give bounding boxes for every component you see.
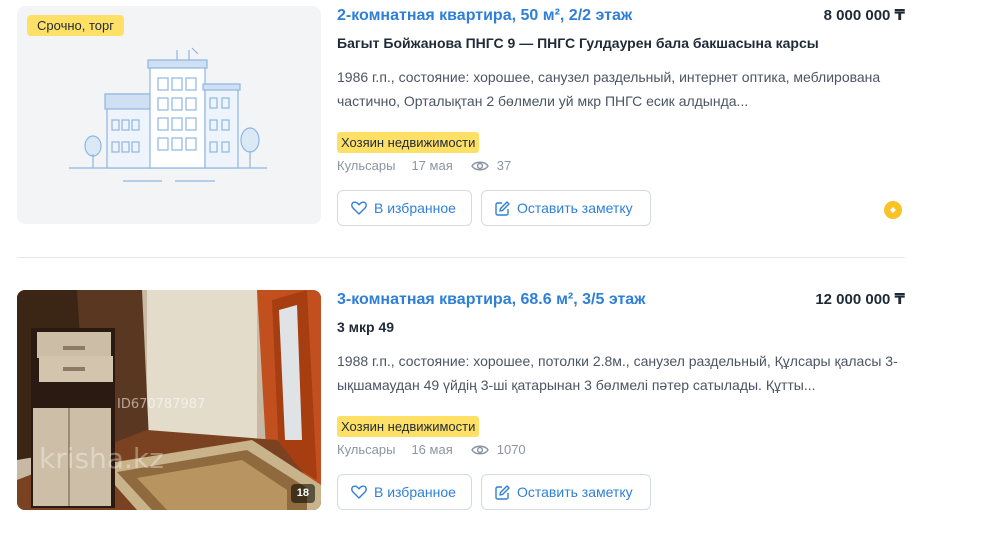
add-to-favorites-button[interactable]: В избранное bbox=[337, 474, 472, 510]
listing-card: ID670787987 krisha.kz 18 3-комнатная ква… bbox=[17, 290, 905, 510]
apartment-photo: ID670787987 krisha.kz bbox=[17, 290, 321, 510]
promo-tag-icon[interactable] bbox=[884, 201, 902, 219]
listing-price: 8 000 000 ₸ bbox=[823, 7, 905, 24]
listing-address: Багыт Бойжанова ПНГС 9 — ПНГС Гулдаурен … bbox=[337, 35, 819, 51]
owner-badge: Хозяин недвижимости bbox=[337, 416, 480, 437]
building-placeholder-icon bbox=[69, 47, 267, 182]
listing-photo[interactable]: Срочно, торг bbox=[17, 6, 321, 224]
listing-description: 1986 г.п., состояние: хорошее, санузел р… bbox=[337, 69, 881, 109]
eye-icon bbox=[470, 160, 489, 172]
urgent-badge: Срочно, торг bbox=[27, 15, 124, 36]
listing-actions: В избранное Оставить заметку bbox=[337, 474, 651, 510]
leave-note-label: Оставить заметку bbox=[517, 200, 633, 216]
listing-city: Кульсары bbox=[337, 158, 396, 173]
watermark-brand: krisha.kz bbox=[39, 442, 164, 475]
add-to-favorites-button[interactable]: В избранное bbox=[337, 190, 472, 226]
listing-date: 17 мая bbox=[411, 158, 453, 173]
listing-photo[interactable]: ID670787987 krisha.kz 18 bbox=[17, 290, 321, 510]
leave-note-button[interactable]: Оставить заметку bbox=[481, 190, 651, 226]
listing-description: 1988 г.п., состояние: хорошее, потолки 2… bbox=[337, 353, 898, 393]
leave-note-button[interactable]: Оставить заметку bbox=[481, 474, 651, 510]
add-to-favorites-label: В избранное bbox=[374, 484, 456, 500]
edit-note-icon bbox=[495, 200, 510, 216]
listing-actions: В избранное Оставить заметку bbox=[337, 190, 651, 226]
add-to-favorites-label: В избранное bbox=[374, 200, 456, 216]
listing-meta: Кульсары 16 мая 1070 bbox=[337, 442, 526, 458]
listing-city: Кульсары bbox=[337, 442, 396, 457]
edit-note-icon bbox=[495, 484, 510, 500]
photo-count-badge: 18 bbox=[290, 484, 315, 503]
listing-title-link[interactable]: 3-комнатная квартира, 68.6 м², 3/5 этаж bbox=[337, 290, 646, 310]
listing-card: Срочно, торг 2-комнатная квартира, 50 м²… bbox=[17, 6, 905, 226]
leave-note-label: Оставить заметку bbox=[517, 484, 633, 500]
listing-views: 1070 bbox=[496, 442, 526, 457]
listing-title-link[interactable]: 2-комнатная квартира, 50 м², 2/2 этаж bbox=[337, 6, 632, 26]
owner-badge: Хозяин недвижимости bbox=[337, 132, 480, 153]
heart-icon bbox=[351, 485, 367, 499]
listing-date: 16 мая bbox=[411, 442, 453, 457]
listing-address: 3 мкр 49 bbox=[337, 319, 395, 335]
listing-divider bbox=[17, 257, 905, 258]
listing-price: 12 000 000 ₸ bbox=[815, 291, 905, 308]
heart-icon bbox=[351, 201, 367, 215]
watermark-id: ID670787987 bbox=[117, 397, 205, 412]
eye-icon bbox=[470, 444, 489, 456]
listing-meta: Кульсары 17 мая 37 bbox=[337, 158, 511, 174]
listing-views: 37 bbox=[496, 158, 512, 173]
